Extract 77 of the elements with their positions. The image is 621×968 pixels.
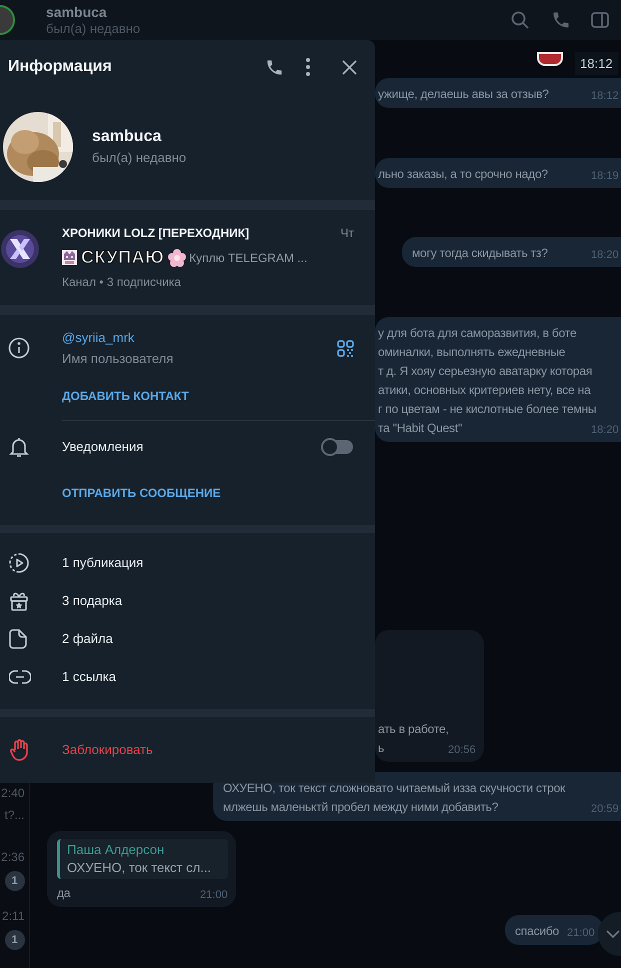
bell-icon <box>9 436 29 458</box>
file-icon <box>9 629 27 649</box>
block-label: Заблокировать <box>62 741 153 760</box>
preview-heading: СКУПАЮ <box>81 246 164 269</box>
media-count-item[interactable]: 3 подарка <box>0 582 375 620</box>
media-count-label: 1 публикация <box>62 554 144 572</box>
channel-logo-icon <box>0 228 40 268</box>
media-count-label: 3 подарка <box>62 592 122 610</box>
message-time: 18:12 <box>591 89 619 104</box>
flower-emoji-icon <box>168 248 186 266</box>
message-text: могу тогда скидывать тз? <box>412 245 548 262</box>
message-time: 20:59 <box>591 802 619 817</box>
message-time: 18:20 <box>591 423 619 438</box>
profile-status: был(а) недавно <box>92 149 186 167</box>
message-text: да <box>57 885 70 902</box>
phone-icon[interactable] <box>265 58 284 76</box>
message-time: 20:56 <box>448 743 476 758</box>
message-text: т д. Я хояу серьезную аватарку которая <box>378 363 592 380</box>
message-time: 18:12 <box>575 52 618 75</box>
profile-name: sambuca <box>92 127 162 147</box>
message-text: у для бота для саморазвития, в боте <box>378 325 576 342</box>
channel-title: ХРОНИКИ LOLZ [ПЕРЕХОДНИК] <box>62 225 250 242</box>
message-text: та "Habit Quest" <box>378 420 462 437</box>
message-text: ОХУЕНО, ток текст сложновато читаемый изза скучности строк <box>223 780 566 797</box>
reply-text: ОХУЕНО, ток текст сл... <box>67 859 212 877</box>
play-circle-icon <box>9 553 29 573</box>
block-item[interactable]: Заблокировать <box>0 717 375 783</box>
message-text: ь <box>378 740 384 757</box>
message-text: г по цветам - не кислотные более темны <box>378 401 596 418</box>
username-label: Имя пользователя <box>62 350 174 368</box>
reply-quote[interactable]: Паша Алдерсон ОХУЕНО, ток текст сл... <box>57 839 228 879</box>
send-message-button[interactable]: ОТПРАВИТЬ СООБЩЕНИЕ <box>62 484 221 502</box>
link-icon <box>9 670 31 684</box>
channel-item[interactable]: ХРОНИКИ LOLZ [ПЕРЕХОДНИК] Чт СКУПАЮ Куплю TELEGRAM ... Канал • 3 подписчика <box>0 210 375 305</box>
chat-time: 2:11 <box>1 908 26 924</box>
channel-meta: Канал • 3 подписчика <box>62 274 182 291</box>
media-count-item[interactable]: 2 файла <box>0 620 375 658</box>
notifications-label: Уведомления <box>62 438 144 456</box>
chat-name: sambuca <box>46 3 108 21</box>
sticker <box>537 52 564 66</box>
search-icon[interactable] <box>510 10 530 30</box>
notifications-toggle[interactable] <box>323 440 353 454</box>
reply-author: Паша Алдерсон <box>67 841 166 859</box>
unread-badge: 1 <box>4 930 24 950</box>
cat-emoji-icon <box>62 250 77 265</box>
message-text: оминалки, выполнять ежедневные <box>378 344 566 361</box>
message-time: 18:20 <box>591 248 619 263</box>
message-time: 18:19 <box>591 169 619 184</box>
message-text: млжешь маленьктй пробел между ними добавить? <box>223 799 498 816</box>
media-count-label: 2 файла <box>62 630 113 648</box>
add-contact-button[interactable]: ДОБАВИТЬ КОНТАКТ <box>62 387 189 405</box>
chat-snippet: t?... <box>3 807 26 823</box>
media-count-label: 1 ссылка <box>62 668 116 686</box>
chat-status: был(а) недавно <box>46 21 140 37</box>
hand-icon <box>10 739 30 761</box>
message-text: льно заказы, а то срочно надо? <box>378 166 548 183</box>
media-count-item[interactable]: 1 публикация <box>0 544 375 582</box>
panel-title: Информация <box>8 57 112 77</box>
media-count-item[interactable]: 1 ссылка <box>0 658 375 696</box>
channel-date: Чт <box>340 225 354 242</box>
message-text: ать в работе, <box>378 721 449 738</box>
message-text: ужище, делаешь авы за отзыв? <box>378 86 549 103</box>
chat-time: 2:40 <box>0 785 26 801</box>
message-time: 21:00 <box>567 926 595 941</box>
close-icon[interactable] <box>342 60 357 74</box>
message-text: атики, основных критериев нету, все на <box>378 382 591 399</box>
info-icon <box>8 337 30 359</box>
preview-text: Куплю TELEGRAM ... <box>189 250 308 266</box>
more-icon[interactable] <box>306 58 310 76</box>
unread-badge: 1 <box>4 871 24 891</box>
message-time: 21:00 <box>200 888 228 903</box>
message-text: спасибо <box>515 923 560 940</box>
sidebar-toggle-icon[interactable] <box>590 10 610 30</box>
username-link[interactable]: @syriia_mrk <box>62 327 337 348</box>
qr-code-icon[interactable] <box>337 340 354 356</box>
chat-time: 2:36 <box>0 849 26 865</box>
gift-icon <box>9 591 29 611</box>
